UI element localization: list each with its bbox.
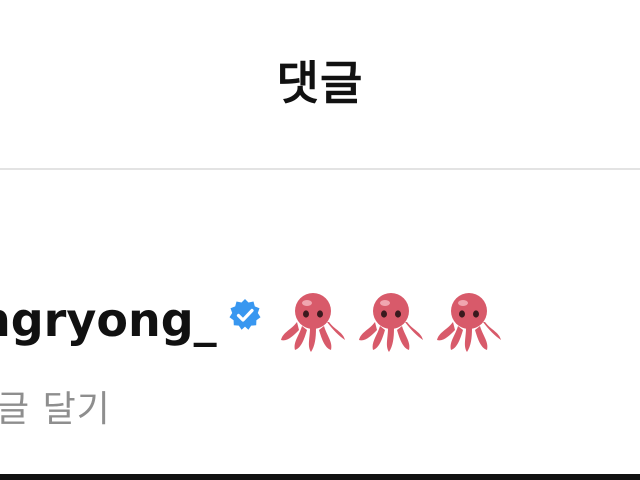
comment-emoji-text [277,284,511,356]
comments-header: 댓글 [0,0,640,168]
page-title: 댓글 [276,56,364,110]
verified-badge-icon [227,297,263,333]
bottom-border [0,474,640,480]
header-divider [0,168,640,170]
octopus-emoji-icon [433,284,505,356]
octopus-emoji-icon [355,284,427,356]
comment-item: ngryong_ 글 달기 [0,172,640,472]
comment-username[interactable]: ngryong_ [0,293,217,347]
reply-button[interactable]: 글 달기 [0,380,111,432]
comment-body: ngryong_ [0,280,511,360]
octopus-emoji-icon [277,284,349,356]
